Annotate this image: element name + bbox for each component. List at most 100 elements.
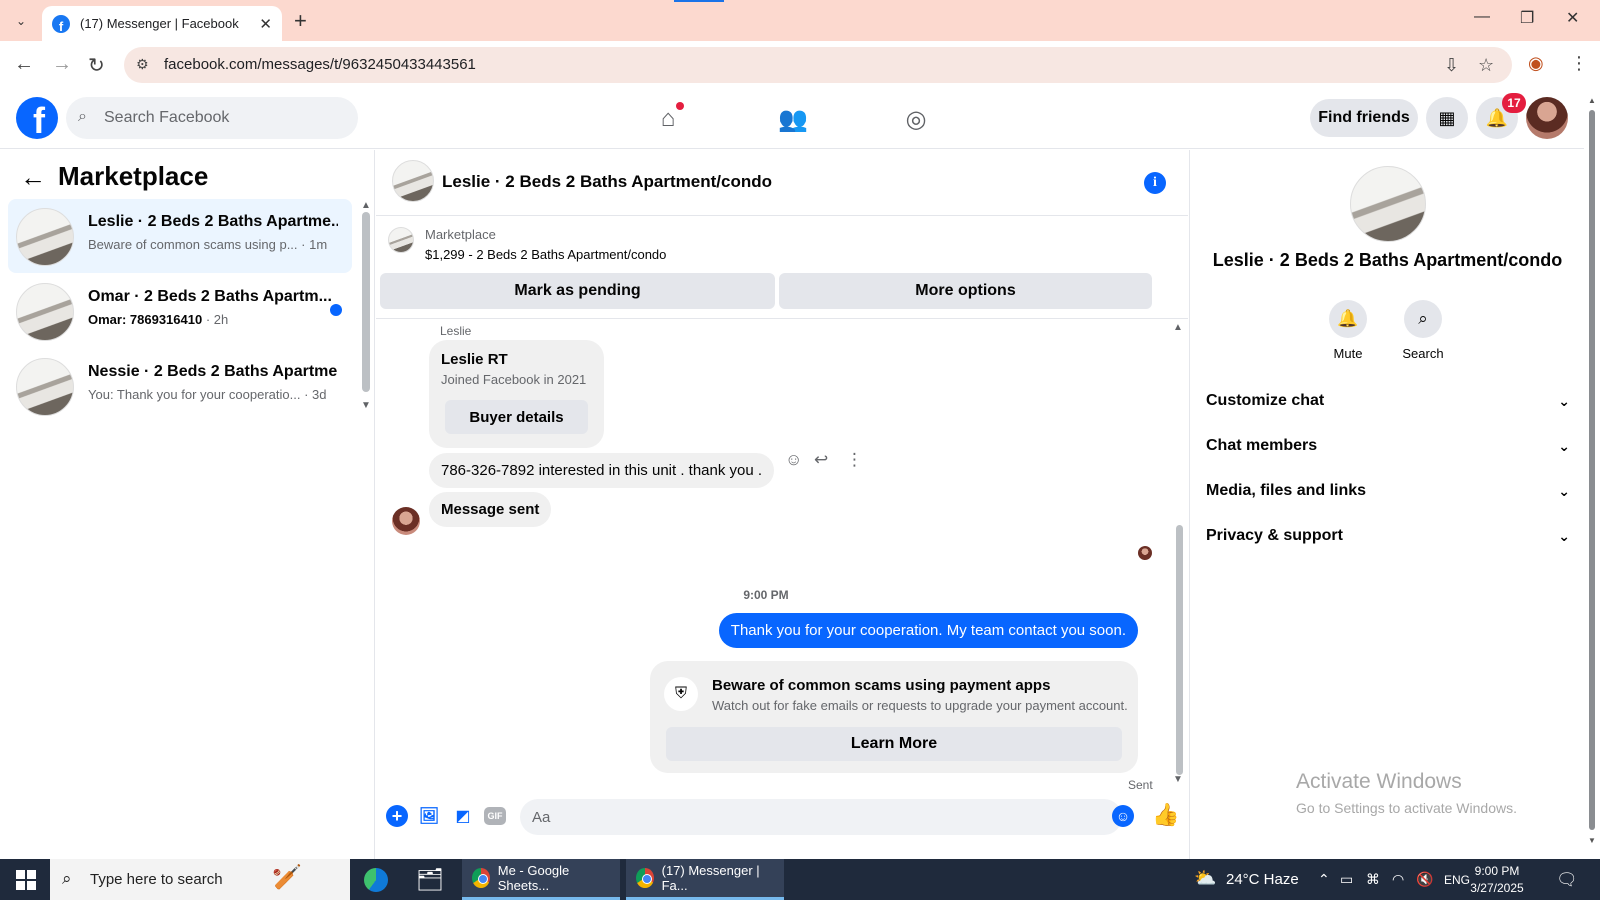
scroll-down-arrow-icon[interactable]: ▼ (1173, 774, 1183, 785)
back-arrow-icon[interactable]: ← (20, 162, 46, 193)
scroll-up-arrow-icon[interactable]: ▲ (1588, 96, 1596, 105)
chat-title[interactable]: Leslie · 2 Beds 2 Baths Apartment/condo (442, 172, 772, 192)
conversation-item-nessie[interactable]: Nessie · 2 Beds 2 Baths Apartme... You: … (8, 349, 352, 423)
react-emoji-icon[interactable]: ☺ (785, 450, 802, 470)
facebook-header: f ⌕ Search Facebook ⌂ 👥 ◎ Find friends ▦… (0, 89, 1584, 149)
bookmark-star-icon[interactable]: ☆ (1478, 55, 1494, 76)
network-icon[interactable]: ⌘ (1366, 871, 1380, 888)
warning-title: Beware of common scams using payment app… (712, 677, 1051, 694)
system-clock[interactable]: 9:00 PM 3/27/2025 (1456, 863, 1538, 897)
message-input[interactable] (520, 799, 1122, 835)
mute-label: Mute (1333, 346, 1363, 361)
facebook-search-input[interactable]: ⌕ Search Facebook (66, 97, 358, 139)
facebook-logo-icon[interactable]: f (16, 97, 58, 139)
listing-thumbnail[interactable] (388, 227, 414, 253)
chat-members-section[interactable]: Chat members ⌄ (1206, 424, 1570, 468)
learn-more-button[interactable]: Learn More (666, 727, 1122, 761)
photo-icon[interactable]: 🖼 (418, 805, 440, 827)
conversation-list-scrollbar[interactable] (362, 212, 370, 392)
info-icon[interactable]: i (1144, 172, 1166, 194)
search-button[interactable]: ⌕ Search (1388, 300, 1458, 361)
more-options-button[interactable]: More options (779, 273, 1152, 309)
clock-date: 3/27/2025 (1470, 881, 1524, 895)
edge-taskbar-button[interactable] (364, 859, 388, 900)
browser-menu-icon[interactable]: ⋮ (1570, 53, 1588, 74)
app-taskbar-button[interactable]: 🗂 (416, 859, 444, 900)
groups-icon[interactable]: ◎ (898, 101, 934, 137)
weather-icon[interactable]: ⛅ (1194, 868, 1216, 889)
watermark-subtitle: Go to Settings to activate Windows. (1296, 800, 1517, 816)
home-notification-dot (676, 102, 684, 110)
mark-as-pending-button[interactable]: Mark as pending (380, 273, 775, 309)
mute-button[interactable]: 🔔 Mute (1313, 300, 1383, 361)
page-scrollbar[interactable]: ▲ ▼ (1588, 96, 1596, 848)
taskbar-search-box[interactable]: ⌕ Type here to search 🏏 (50, 859, 350, 900)
chevron-up-icon[interactable]: ⌃ (1318, 871, 1330, 888)
close-window-icon[interactable]: ✕ (1566, 8, 1579, 28)
forward-arrow-icon[interactable]: → (52, 53, 72, 76)
panel-title: Marketplace (58, 161, 209, 191)
reply-icon[interactable]: ↩ (814, 450, 828, 470)
plus-icon[interactable]: + (386, 805, 408, 827)
menu-grid-icon[interactable]: ▦ (1426, 97, 1468, 139)
messenger-taskbar-button[interactable]: (17) Messenger | Fa... (626, 859, 784, 900)
maximize-icon[interactable]: ❐ (1520, 8, 1534, 28)
search-placeholder: Search Facebook (104, 109, 230, 126)
sticker-icon[interactable]: ◩ (452, 805, 474, 827)
scroll-up-arrow-icon[interactable]: ▲ (1173, 322, 1183, 333)
site-settings-icon[interactable]: ⚙ (136, 56, 149, 73)
search-icon: ⌕ (62, 869, 72, 888)
install-app-icon[interactable]: ⇩ (1444, 55, 1459, 76)
message-thread-scrollbar[interactable] (1176, 525, 1183, 775)
volume-muted-icon[interactable]: 🔇 (1416, 871, 1433, 888)
gif-icon[interactable]: GIF (484, 807, 506, 825)
more-actions-icon[interactable]: ⋮ (846, 450, 863, 470)
browser-tab-strip: ⌄ f (17) Messenger | Facebook ✕ + — ❐ ✕ (0, 0, 1600, 41)
weather-text[interactable]: 24°C Haze (1226, 871, 1299, 888)
message-thread: Leslie Leslie RT Joined Facebook in 2021… (376, 320, 1188, 792)
reload-icon[interactable]: ↻ (88, 53, 105, 78)
profile-icon[interactable]: ◉ (1528, 53, 1544, 74)
scam-warning-card: ⛨ Beware of common scams using payment a… (650, 661, 1138, 773)
friends-icon[interactable]: 👥 (775, 101, 811, 137)
browser-tab-messenger[interactable]: f (17) Messenger | Facebook ✕ (42, 6, 282, 41)
google-sheets-taskbar-button[interactable]: Me - Google Sheets... (462, 859, 620, 900)
profile-avatar[interactable] (1526, 97, 1568, 139)
emoji-icon[interactable]: ☺ (1112, 805, 1134, 827)
chat-info-avatar[interactable] (1350, 166, 1426, 242)
wifi-icon[interactable]: ◠ (1392, 871, 1404, 888)
conversation-item-leslie[interactable]: Leslie · 2 Beds 2 Baths Apartme... Bewar… (8, 199, 352, 273)
chat-avatar[interactable] (392, 160, 434, 202)
battery-icon[interactable]: ▭ (1340, 871, 1353, 888)
thumbs-up-icon[interactable]: 👍 (1152, 802, 1179, 828)
section-label: Privacy & support (1206, 527, 1343, 544)
tab-search-chevron-icon[interactable]: ⌄ (8, 9, 34, 33)
browser-toolbar: ← → ↻ ⚙ facebook.com/messages/t/96324504… (0, 41, 1600, 89)
media-files-links-section[interactable]: Media, files and links ⌄ (1206, 469, 1570, 513)
scroll-down-arrow-icon[interactable]: ▼ (361, 400, 371, 411)
find-friends-button[interactable]: Find friends (1310, 99, 1418, 137)
scroll-up-arrow-icon[interactable]: ▲ (361, 200, 371, 211)
scroll-down-arrow-icon[interactable]: ▼ (1588, 836, 1596, 845)
back-arrow-icon[interactable]: ← (14, 53, 34, 76)
close-tab-icon[interactable]: ✕ (259, 15, 272, 33)
listing-title[interactable]: $1,299 - 2 Beds 2 Baths Apartment/condo (425, 247, 666, 262)
section-label: Customize chat (1206, 392, 1325, 409)
minimize-icon[interactable]: — (1474, 8, 1490, 26)
outgoing-message-bubble[interactable]: Thank you for your cooperation. My team … (718, 613, 1138, 648)
new-tab-button[interactable]: + (294, 8, 307, 34)
message-sent-bubble[interactable]: Message sent (429, 492, 552, 527)
sender-avatar[interactable] (392, 507, 420, 535)
incoming-message-bubble[interactable]: 786-326-7892 interested in this unit . t… (429, 453, 775, 488)
customize-chat-section[interactable]: Customize chat ⌄ (1206, 379, 1570, 423)
scrollbar-thumb[interactable] (1589, 110, 1595, 830)
windows-start-icon[interactable] (16, 870, 36, 890)
action-center-icon[interactable]: 🗨 (1556, 870, 1578, 890)
buyer-details-button[interactable]: Buyer details (445, 400, 588, 434)
windows-taskbar: ⌕ Type here to search 🏏 🗂 Me - Google Sh… (0, 859, 1600, 900)
conversation-item-omar[interactable]: Omar · 2 Beds 2 Baths Apartm... Omar: 78… (8, 274, 352, 348)
section-label: Media, files and links (1206, 482, 1367, 499)
address-bar[interactable]: ⚙ facebook.com/messages/t/96324504334435… (124, 47, 1512, 83)
search-icon: ⌕ (78, 108, 87, 125)
privacy-support-section[interactable]: Privacy & support ⌄ (1206, 514, 1570, 558)
